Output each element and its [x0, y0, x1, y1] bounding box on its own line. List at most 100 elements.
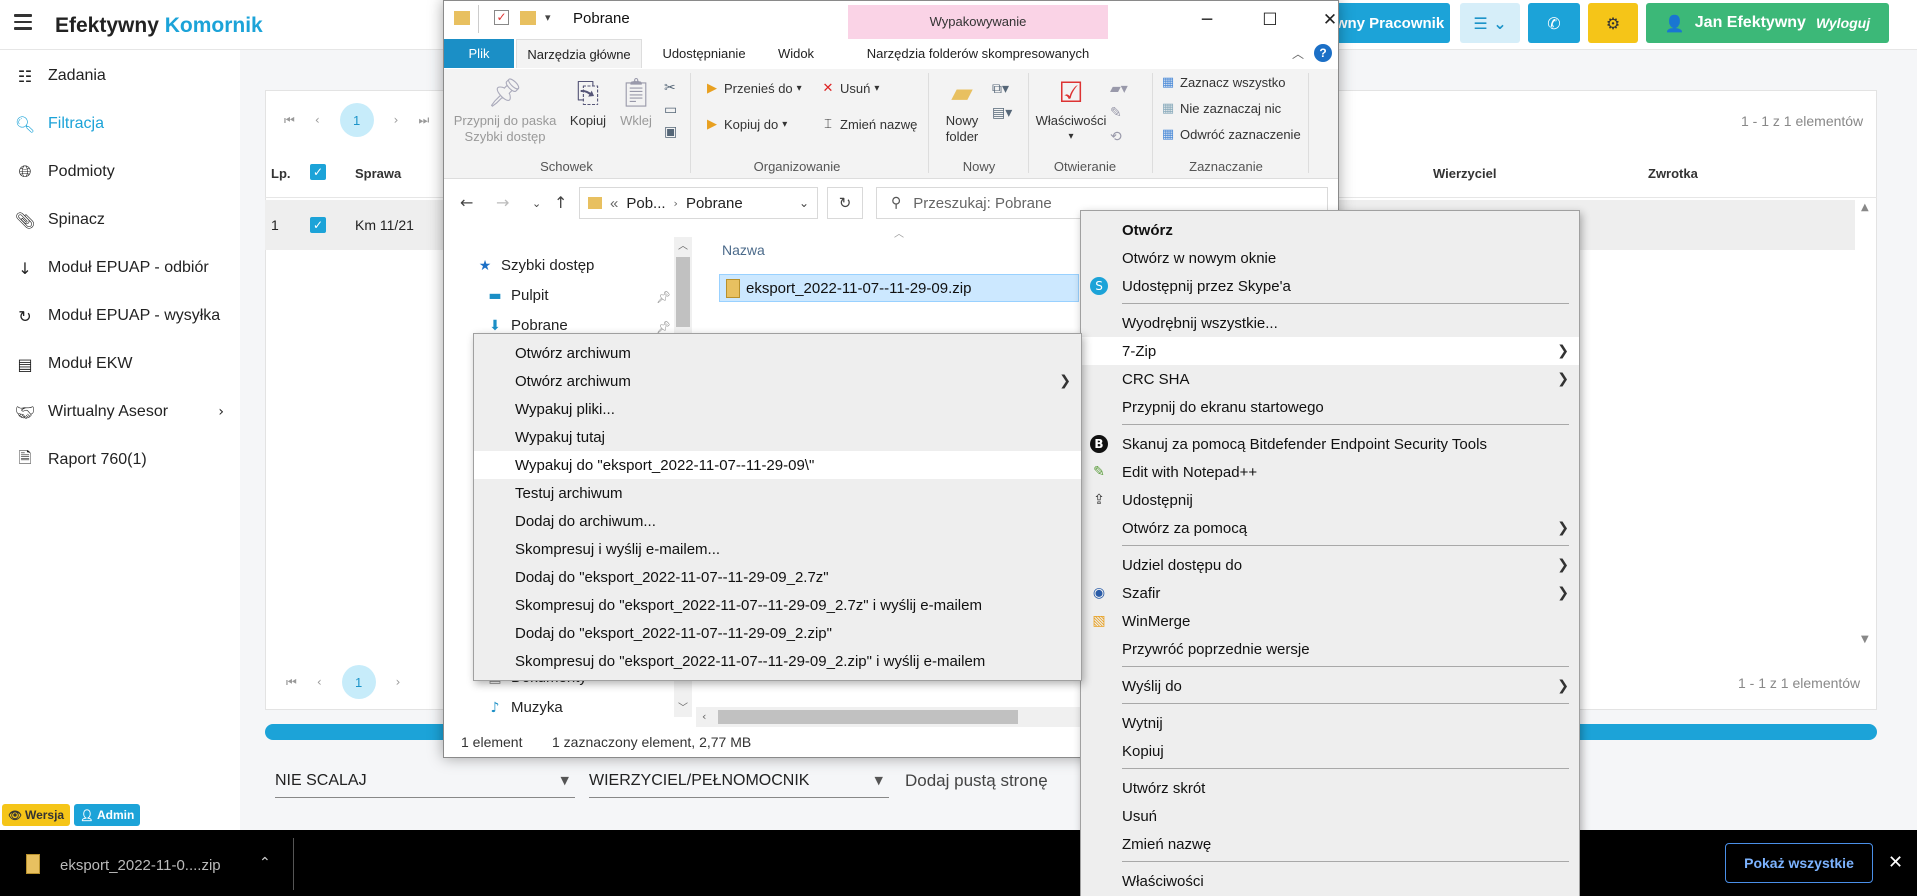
sidebar-item-zadania[interactable]: ☷ Zadania	[0, 56, 240, 96]
col-zwrotka[interactable]: Zwrotka	[1648, 166, 1698, 181]
menu-open-with[interactable]: Otwórz za pomocą ❯	[1081, 514, 1579, 542]
menu-cut[interactable]: Wytnij	[1081, 709, 1579, 737]
pin-quick-access-button[interactable]: 📌︎ Przypnij do paska Szybki dostęp	[452, 77, 558, 145]
menu-send-to[interactable]: Wyślij do ❯	[1081, 672, 1579, 700]
column-name-header[interactable]: Nazwa	[722, 242, 765, 258]
scroll-down-icon[interactable]: ﹀	[678, 699, 688, 714]
menu-pin-start[interactable]: Przypnij do ekranu startowego	[1081, 393, 1579, 421]
tab-udostepnianie[interactable]: Udostępnianie	[649, 39, 759, 68]
menu-share-skype[interactable]: S Udostępnij przez Skype'a	[1081, 272, 1579, 300]
scroll-up-icon[interactable]: ︿	[678, 237, 688, 252]
tab-narzedzia-folderow[interactable]: Narzędzia folderów skompresowanych	[848, 39, 1108, 68]
menu-delete[interactable]: Usuń	[1081, 802, 1579, 830]
sidebar-item-raport[interactable]: 🗎︎ Raport 760(1)	[0, 440, 240, 480]
address-bar[interactable]: « Pob... › Pobrane ⌄	[579, 187, 818, 219]
admin-badge[interactable]: 👤︎ Admin	[74, 804, 141, 826]
select-none-button[interactable]: ▦ Nie zaznaczaj nic	[1160, 101, 1281, 116]
7zip-open-archive-sub[interactable]: Otwórz archiwum ❯	[474, 367, 1081, 395]
sidebar-item-podmioty[interactable]: 🌐︎ Podmioty	[0, 152, 240, 192]
menu-restore-versions[interactable]: Przywróć poprzednie wersje	[1081, 635, 1579, 663]
copy-to-button[interactable]: ▶ Kopiuj do ▾	[704, 117, 787, 132]
file-item[interactable]: eksport_2022-11-07--11-29-09.zip	[719, 274, 1079, 302]
7zip-compress-7z-email[interactable]: Skompresuj do "eksport_2022-11-07--11-29…	[474, 591, 1081, 619]
chevron-down-icon[interactable]: ⌄	[799, 196, 809, 210]
col-lp[interactable]: Lp.	[271, 166, 291, 181]
new-folder-button[interactable]: ▰ Nowy folder	[934, 77, 990, 145]
menu-copy[interactable]: Kopiuj	[1081, 737, 1579, 765]
recent-locations-icon[interactable]: ⌄	[532, 197, 541, 210]
7zip-test-archive[interactable]: Testuj archiwum	[474, 479, 1081, 507]
properties-qat-icon[interactable]: ✓	[494, 10, 509, 25]
select-all-button[interactable]: ▦ Zaznacz wszystko	[1160, 75, 1286, 90]
settings-button[interactable]: ⚙	[1588, 3, 1638, 43]
7zip-add-zip[interactable]: Dodaj do "eksport_2022-11-07--11-29-09_2…	[474, 619, 1081, 647]
next-page-icon[interactable]: ›	[394, 113, 399, 127]
col-wierzyciel[interactable]: Wierzyciel	[1433, 166, 1496, 181]
breadcrumb-current[interactable]: Pobrane	[686, 195, 743, 212]
nav-music[interactable]: ♪ Muzyka	[487, 699, 563, 716]
refresh-button[interactable]: ↻	[827, 187, 863, 219]
invert-selection-button[interactable]: ▦ Odwróć zaznaczenie	[1160, 127, 1301, 142]
last-page-icon[interactable]: ⏭	[418, 113, 429, 128]
7zip-add-7z[interactable]: Dodaj do "eksport_2022-11-07--11-29-09_2…	[474, 563, 1081, 591]
prev-page-icon[interactable]: ‹	[317, 675, 322, 689]
7zip-extract-here[interactable]: Wypakuj tutaj	[474, 423, 1081, 451]
logout-link[interactable]: Wyloguj	[1816, 15, 1870, 31]
open-small-icons[interactable]: ▰▾ ✎ ⟲	[1110, 77, 1128, 149]
7zip-open-archive[interactable]: Otwórz archiwum	[474, 339, 1081, 367]
menu-crc-sha[interactable]: CRC SHA ❯	[1081, 365, 1579, 393]
menu-bitdefender-scan[interactable]: B Skanuj za pomocą Bitdefender Endpoint S…	[1081, 430, 1579, 458]
close-icon[interactable]: ✕	[1307, 5, 1353, 35]
col-sprawa[interactable]: Sprawa	[355, 166, 401, 181]
menu-rename[interactable]: Zmień nazwę	[1081, 830, 1579, 858]
up-icon[interactable]: ↑	[554, 193, 567, 212]
menu-notepadpp[interactable]: ✎ Edit with Notepad++	[1081, 458, 1579, 486]
forward-icon[interactable]: →	[496, 193, 509, 212]
prev-page-icon[interactable]: ‹	[315, 113, 320, 127]
menu-winmerge[interactable]: ▧ WinMerge	[1081, 607, 1579, 635]
menu-toggle-button[interactable]: ☰ ⌄	[1460, 3, 1520, 43]
pin-icon[interactable]: 📌︎	[656, 320, 671, 334]
breadcrumb-overflow[interactable]: «	[610, 195, 618, 212]
tab-widok[interactable]: Widok	[766, 39, 826, 68]
scroll-left-icon[interactable]: ‹	[702, 710, 706, 723]
table-scrollbar[interactable]: ▲ ▼	[1857, 198, 1877, 650]
party-select[interactable]: WIERZYCIEL/PEŁNOMOCNIK ▼	[589, 766, 889, 798]
page-number-active[interactable]: 1	[341, 665, 376, 699]
download-item[interactable]: eksport_2022-11-0....zip	[60, 857, 221, 874]
7zip-compress-zip-email[interactable]: Skompresuj do "eksport_2022-11-07--11-29…	[474, 647, 1081, 675]
rename-button[interactable]: ⌶ Zmień nazwę	[820, 117, 917, 132]
collapse-ribbon-icon[interactable]: ︿	[1292, 45, 1304, 62]
menu-create-shortcut[interactable]: Utwórz skrót	[1081, 774, 1579, 802]
page-number-active[interactable]: 1	[339, 103, 374, 137]
menu-give-access[interactable]: Udziel dostępu do ❯	[1081, 551, 1579, 579]
copy-button[interactable]: ⎘ Kopiuj	[564, 77, 612, 129]
tab-plik[interactable]: Plik	[444, 39, 514, 68]
sidebar-item-spinacz[interactable]: 📎︎ Spinacz	[0, 200, 240, 240]
new-item-icons[interactable]: ⧉▾ ▤▾	[992, 77, 1012, 125]
menu-open[interactable]: Otwórz	[1081, 216, 1579, 244]
merge-select[interactable]: NIE SCALAJ ▼	[275, 766, 575, 798]
version-badge[interactable]: 👁︎ Wersja	[2, 804, 71, 826]
7zip-compress-email[interactable]: Skompresuj i wyślij e-mailem...	[474, 535, 1081, 563]
sidebar-item-wirtualny-asesor[interactable]: 🤝︎ Wirtualny Asesor ›	[0, 392, 240, 432]
maximize-icon[interactable]: ☐	[1247, 5, 1293, 35]
move-to-button[interactable]: ▶ Przenieś do ▾	[704, 81, 802, 96]
clipboard-small-icons[interactable]: ✂ ▭ ▣	[664, 77, 677, 143]
sidebar-item-epuap-odbior[interactable]: ↓ Moduł EPUAP - odbiór	[0, 248, 240, 288]
help-icon[interactable]: ?	[1314, 44, 1332, 62]
back-icon[interactable]: ←	[460, 193, 473, 212]
7zip-extract-files[interactable]: Wypakuj pliki...	[474, 395, 1081, 423]
show-all-downloads-button[interactable]: Pokaż wszystkie	[1725, 843, 1873, 883]
sidebar-item-epuap-wysylka[interactable]: ↻ Moduł EPUAP - wysyłka	[0, 296, 240, 336]
pin-icon[interactable]: 📌︎	[656, 290, 671, 304]
nav-scrollbar-thumb[interactable]	[676, 257, 690, 327]
menu-extract-all[interactable]: Wyodrębnij wszystkie...	[1081, 309, 1579, 337]
horizontal-scrollbar-thumb[interactable]	[718, 710, 1018, 724]
nav-downloads[interactable]: ⬇ Pobrane	[487, 317, 568, 334]
sidebar-item-filtracja[interactable]: 🔍︎ Filtracja	[0, 104, 240, 144]
menu-share[interactable]: ⇪ Udostępnij	[1081, 486, 1579, 514]
tab-narzedzia-glowne[interactable]: Narzędzia główne	[516, 39, 642, 68]
7zip-add-to-archive[interactable]: Dodaj do archiwum...	[474, 507, 1081, 535]
first-page-icon[interactable]: ⏮	[286, 675, 297, 690]
